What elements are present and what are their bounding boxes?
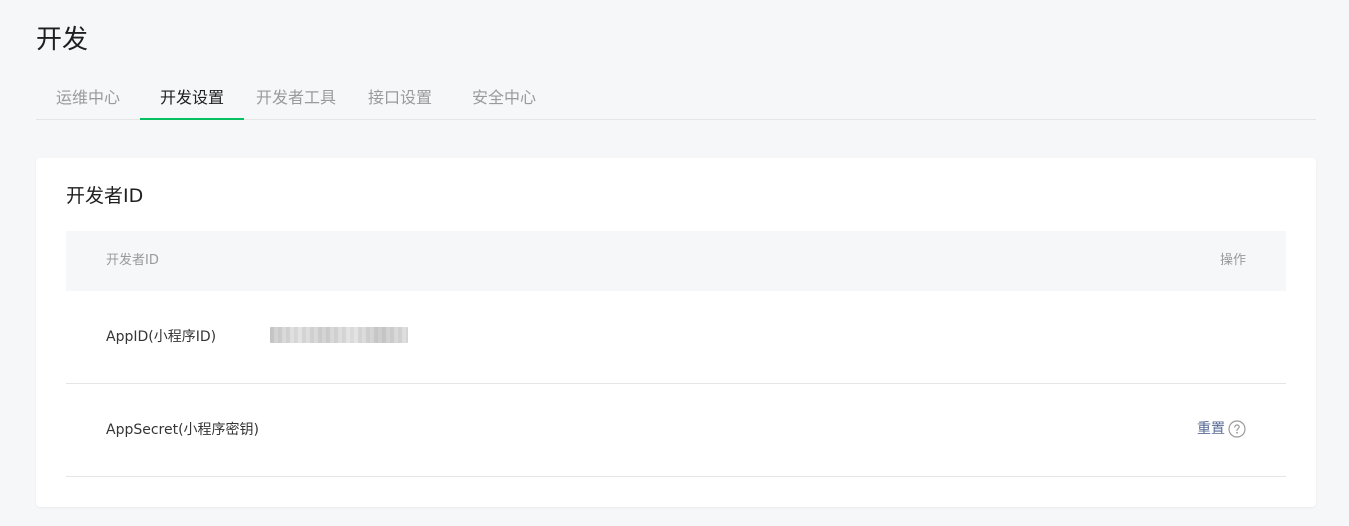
table-row-appid: AppID(小程序ID) (66, 291, 1286, 384)
tab-api-settings[interactable]: 接口设置 (348, 78, 452, 119)
tab-bar: 运维中心 开发设置 开发者工具 接口设置 安全中心 (36, 78, 1316, 120)
column-header-id: 开发者ID (106, 253, 159, 268)
card-title: 开发者ID (66, 185, 144, 207)
appsecret-actions: 重置 (1197, 420, 1246, 438)
developer-id-table: 开发者ID 操作 AppID(小程序ID) AppSecret(小程序密钥) 重… (66, 231, 1286, 477)
tab-dev-tools[interactable]: 开发者工具 (244, 78, 348, 119)
appid-value-obscured (270, 327, 408, 343)
reset-secret-link[interactable]: 重置 (1197, 420, 1225, 438)
appid-label: AppID(小程序ID) (106, 329, 217, 345)
tab-security-center[interactable]: 安全中心 (452, 78, 556, 119)
developer-id-card: 开发者ID 开发者ID 操作 AppID(小程序ID) AppSecret(小程… (36, 158, 1316, 507)
page-title: 开发 (36, 25, 89, 55)
column-header-action: 操作 (1219, 253, 1246, 268)
table-header: 开发者ID 操作 (66, 231, 1286, 291)
tab-ops-center[interactable]: 运维中心 (36, 78, 140, 119)
help-circle-icon[interactable] (1228, 420, 1246, 438)
tab-dev-settings[interactable]: 开发设置 (140, 78, 244, 120)
appsecret-label: AppSecret(小程序密钥) (106, 422, 260, 438)
table-row-appsecret: AppSecret(小程序密钥) 重置 (66, 384, 1286, 477)
